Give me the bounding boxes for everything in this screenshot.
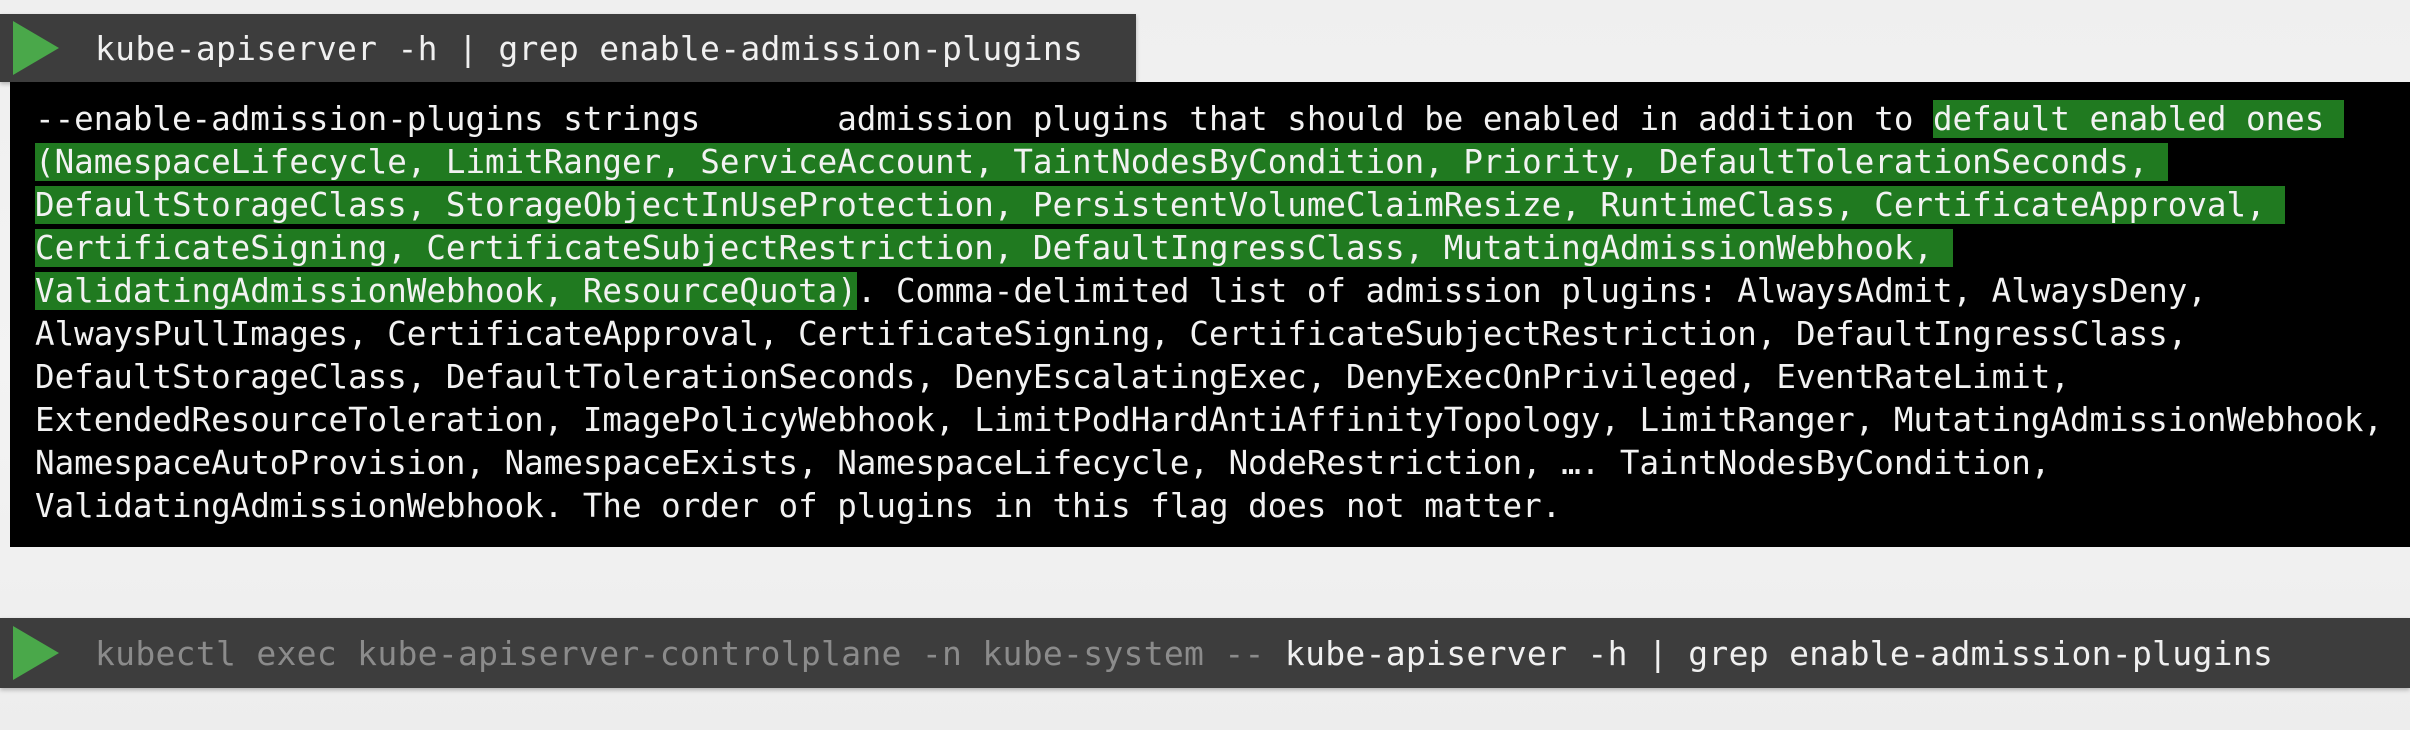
output-line: DefaultStorageClass, StorageObjectInUseP… [35,184,2410,227]
highlighted-text: default enabled ones [1932,100,2344,138]
highlighted-text: CertificateSigning, CertificateSubjectRe… [35,229,1953,267]
output-line: CertificateSigning, CertificateSubjectRe… [35,227,2410,270]
output-line: ValidatingAdmissionWebhook. The order of… [35,485,2410,528]
output-line: --enable-admission-plugins strings admis… [35,98,2410,141]
highlighted-text: ValidatingAdmissionWebhook, ResourceQuot… [35,272,857,310]
command-bar-top: kube-apiserver -h | grep enable-admissio… [0,14,1136,82]
output-line: NamespaceAutoProvision, NamespaceExists,… [35,442,2410,485]
output-line: ValidatingAdmissionWebhook, ResourceQuot… [35,270,2410,313]
output-text: ValidatingAdmissionWebhook. The order of… [35,487,1562,525]
command-main: kube-apiserver -h | grep enable-admissio… [1284,633,2274,673]
play-icon [13,626,59,680]
output-text: NamespaceAutoProvision, NamespaceExists,… [35,444,2051,482]
terminal-output: --enable-admission-plugins strings admis… [10,82,2410,547]
command-bar-bottom: kubectl exec kube-apiserver-controlplane… [0,618,2410,688]
output-text: . Comma-delimited list of admission plug… [856,272,2207,310]
output-line: DefaultStorageClass, DefaultTolerationSe… [35,356,2410,399]
output-line: ExtendedResourceToleration, ImagePolicyW… [35,399,2410,442]
highlighted-text: (NamespaceLifecycle, LimitRanger, Servic… [35,143,2168,181]
command-prefix: kubectl exec kube-apiserver-controlplane… [95,633,1285,673]
output-line: (NamespaceLifecycle, LimitRanger, Servic… [35,141,2410,184]
output-text: DefaultStorageClass, DefaultTolerationSe… [35,358,2070,396]
command-text: kubectl exec kube-apiserver-controlplane… [95,634,2273,673]
output-text: --enable-admission-plugins strings admis… [35,100,1933,138]
output-line: AlwaysPullImages, CertificateApproval, C… [35,313,2410,356]
play-icon [13,21,59,75]
output-text: ExtendedResourceToleration, ImagePolicyW… [35,401,2383,439]
highlighted-text: DefaultStorageClass, StorageObjectInUseP… [35,186,2286,224]
output-text: AlwaysPullImages, CertificateApproval, C… [35,315,2188,353]
command-text: kube-apiserver -h | grep enable-admissio… [95,28,1084,68]
